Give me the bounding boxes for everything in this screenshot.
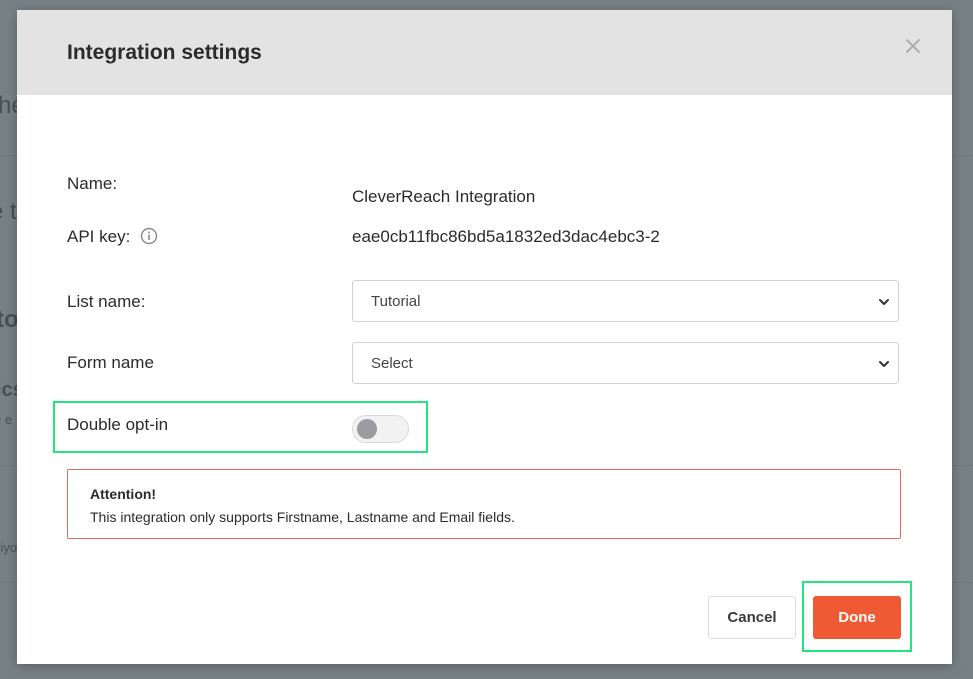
list-name-selected-value: Tutorial [371,293,421,310]
done-button[interactable]: Done [813,596,901,639]
info-circle-icon[interactable] [140,227,158,245]
attention-alert: Attention! This integration only support… [67,469,901,539]
form-name-select[interactable]: Select [352,342,899,384]
chevron-down-icon [879,361,889,367]
api-key-label-row: API key: [67,227,158,247]
form-name-selected-value: Select [371,355,413,372]
double-optin-toggle[interactable] [352,415,409,443]
cancel-button[interactable]: Cancel [708,596,796,639]
api-key-label: API key: [67,227,131,246]
form-name-label: Form name [67,353,154,372]
integration-settings-modal: Integration settings Name: CleverReach I… [17,10,952,664]
modal-title: Integration settings [67,41,262,64]
double-optin-label: Double opt-in [67,415,169,434]
close-icon[interactable] [903,38,923,58]
list-name-select[interactable]: Tutorial [352,280,899,322]
name-value: CleverReach Integration [352,187,536,206]
alert-title: Attention! [90,486,157,502]
api-key-value: eae0cb11fbc86bd5a1832ed3dac4ebc3-2 [352,227,660,246]
list-name-label: List name: [67,292,146,311]
modal-header: Integration settings [17,10,952,95]
alert-text: This integration only supports Firstname… [90,509,515,525]
close-icon-svg [906,39,920,53]
chevron-down-icon [879,299,889,305]
toggle-knob [357,419,377,439]
name-label: Name: [67,174,118,193]
